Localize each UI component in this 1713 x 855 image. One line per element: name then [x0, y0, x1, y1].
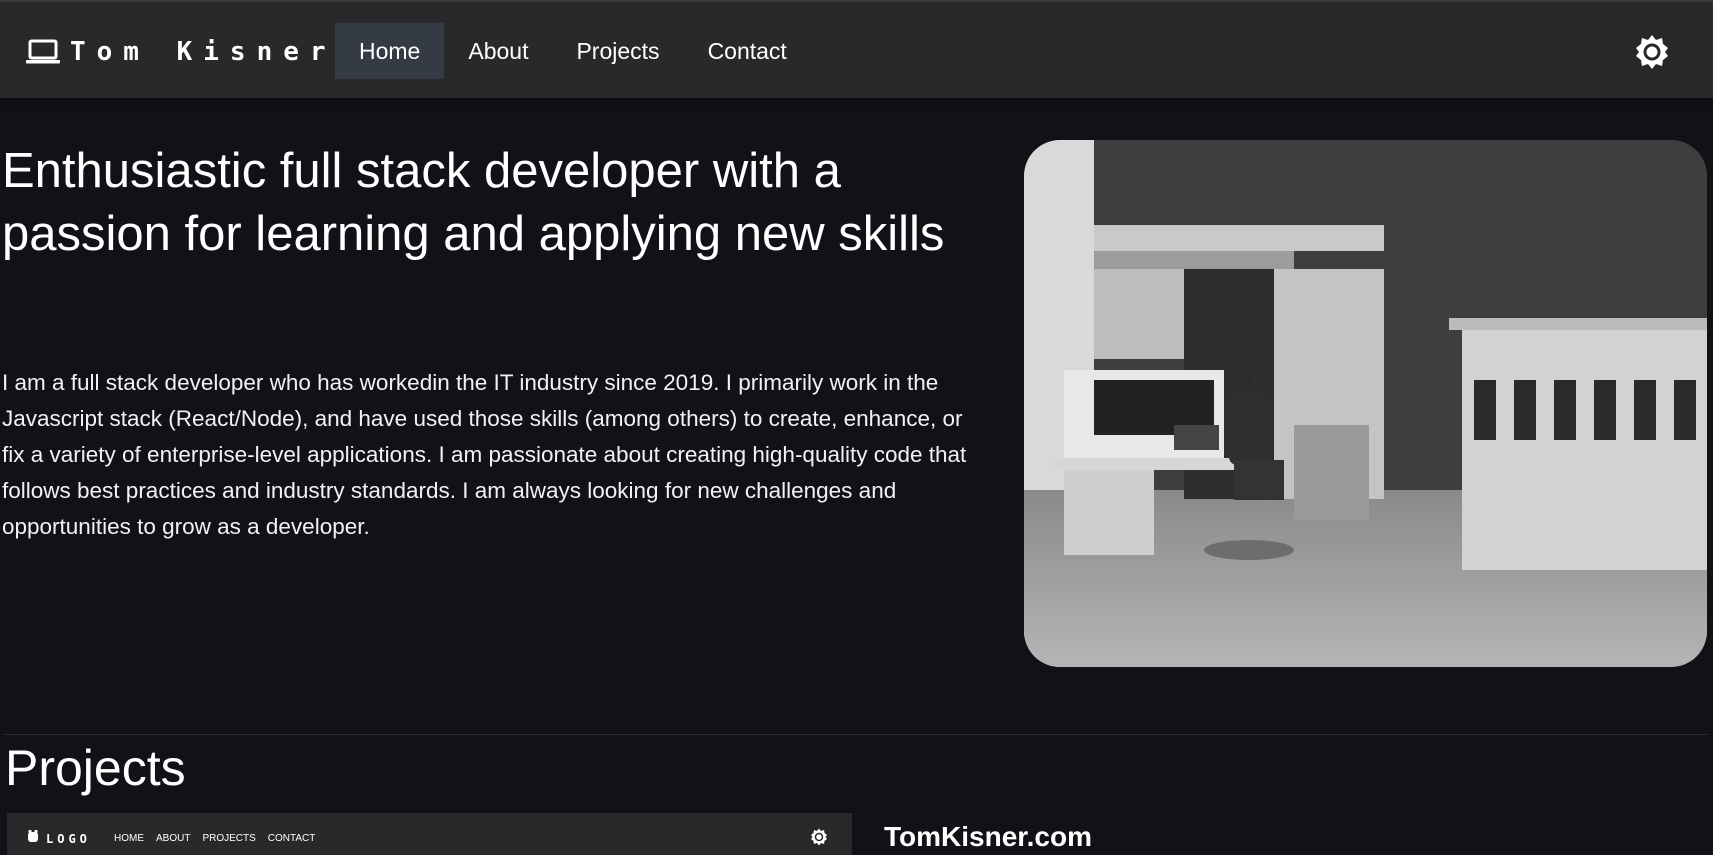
brand-name: Tom Kisner	[70, 37, 337, 67]
main-nav: Home About Projects Contact	[335, 23, 811, 79]
preview-logo-icon	[27, 829, 39, 848]
project-title[interactable]: TomKisner.com	[884, 820, 1092, 854]
hero-image	[1024, 140, 1707, 667]
preview-nav-item: HOME	[114, 833, 144, 844]
project-preview-image[interactable]: LOGO HOME ABOUT PROJECTS CONTACT	[7, 813, 852, 855]
preview-nav-item: PROJECTS	[202, 833, 256, 844]
projects-heading: Projects	[5, 740, 186, 796]
preview-sun-icon	[810, 828, 828, 846]
preview-nav-item: CONTACT	[267, 833, 316, 844]
brand[interactable]: Tom Kisner	[26, 36, 337, 68]
preview-logo-text: LOGO	[46, 831, 91, 846]
theme-toggle-button[interactable]	[1634, 34, 1670, 70]
top-nav-bar: Tom Kisner Home About Projects Contact	[0, 0, 1713, 98]
nav-contact[interactable]: Contact	[684, 23, 811, 79]
hero-title: Enthusiastic full stack developer with a…	[2, 144, 945, 261]
preview-nav: HOME ABOUT PROJECTS CONTACT	[114, 833, 327, 844]
nav-home[interactable]: Home	[335, 23, 445, 79]
section-divider	[4, 734, 1709, 735]
nav-about[interactable]: About	[444, 23, 552, 79]
nav-projects[interactable]: Projects	[552, 23, 683, 79]
sun-icon	[1634, 35, 1670, 74]
preview-nav-item: ABOUT	[156, 833, 191, 844]
laptop-icon	[26, 39, 60, 65]
hero-description: I am a full stack developer who has work…	[2, 370, 967, 539]
preview-logo: LOGO	[27, 829, 91, 848]
